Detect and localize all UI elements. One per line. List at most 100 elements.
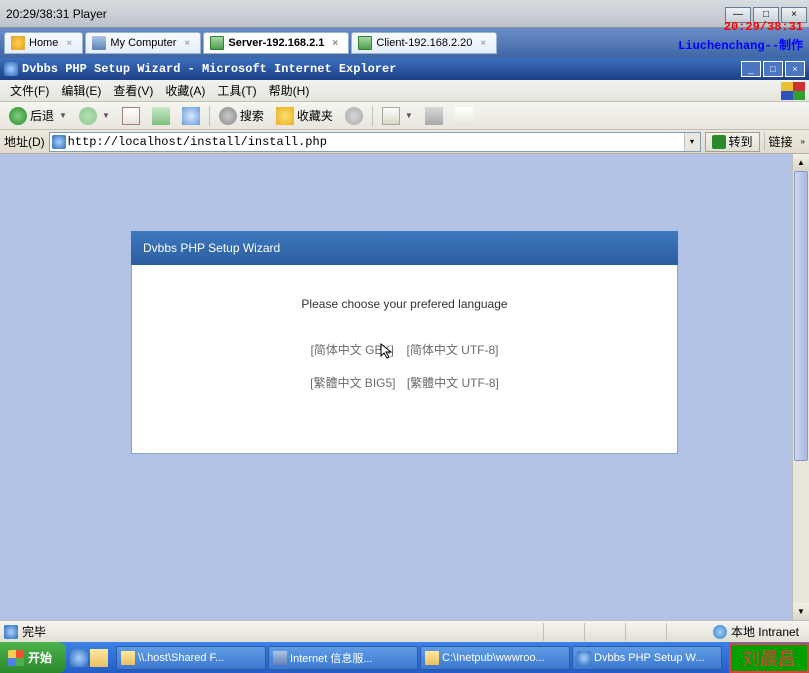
address-input[interactable]: [68, 135, 684, 149]
author-watermark: 刘晨昌: [729, 643, 809, 673]
ie-icon: [4, 62, 18, 76]
back-icon: [9, 107, 27, 125]
task-setup-wizard[interactable]: Dvbbs PHP Setup W...: [572, 646, 722, 670]
search-label: 搜索: [240, 107, 264, 124]
scroll-up-arrow[interactable]: ▲: [793, 154, 809, 171]
links-expand[interactable]: »: [801, 137, 805, 146]
history-icon: [345, 107, 363, 125]
windows-logo-icon: [8, 650, 24, 666]
mail-icon: [382, 107, 400, 125]
lang-row-simplified: [简体中文 GBK] [简体中文 UTF-8]: [142, 341, 667, 360]
refresh-icon: [152, 107, 170, 125]
ie-ql-icon[interactable]: [70, 649, 88, 667]
go-label: 转到: [729, 133, 753, 150]
author-name: 刘晨昌: [742, 645, 796, 671]
search-button[interactable]: 搜索: [214, 104, 269, 128]
lang-big5[interactable]: [繁體中文 BIG5]: [310, 376, 395, 390]
home-button[interactable]: [177, 104, 205, 128]
lang-utf8-traditional[interactable]: [繁體中文 UTF-8]: [407, 376, 499, 390]
back-button[interactable]: 后退 ▼: [4, 104, 72, 128]
lang-row-traditional: [繁體中文 BIG5] [繁體中文 UTF-8]: [142, 374, 667, 391]
tab-label: Home: [29, 37, 58, 49]
start-button[interactable]: 开始: [0, 642, 66, 673]
chevron-down-icon[interactable]: ▼: [102, 111, 110, 120]
globe-icon: [713, 625, 727, 639]
go-button[interactable]: 转到: [705, 132, 760, 152]
ie-close-button[interactable]: ×: [785, 61, 805, 77]
vm-tab-server[interactable]: Server-192.168.2.1 ×: [203, 32, 349, 54]
ie-icon: [4, 625, 18, 639]
ie-titlebar: Dvbbs PHP Setup Wizard - Microsoft Inter…: [0, 58, 809, 80]
status-pane: [666, 623, 707, 641]
browser-content: Dvbbs PHP Setup Wizard Please choose you…: [0, 154, 809, 620]
vm-tab-home[interactable]: Home ×: [4, 32, 83, 54]
computer-icon: [92, 36, 106, 50]
tab-label: Client-192.168.2.20: [376, 37, 472, 49]
history-button[interactable]: [340, 104, 368, 128]
status-pane: [584, 623, 625, 641]
tab-close[interactable]: ×: [66, 38, 76, 48]
cursor-icon: [379, 342, 393, 360]
task-inetpub[interactable]: C:\Inetpub\wwwroo...: [420, 646, 570, 670]
tab-close[interactable]: ×: [184, 38, 194, 48]
task-buttons: \\.host\Shared F... Internet 信息服... C:\I…: [112, 646, 809, 670]
address-field-wrap: ▾: [49, 132, 701, 152]
menu-favorites[interactable]: 收藏(A): [159, 80, 211, 101]
vm-titlebar: 20:29/38:31 Player — □ ×: [0, 0, 809, 28]
links-button[interactable]: 链接: [764, 133, 797, 150]
tab-label: Server-192.168.2.1: [228, 37, 324, 49]
menu-edit[interactable]: 编辑(E): [55, 80, 107, 101]
task-iis[interactable]: Internet 信息服...: [268, 646, 418, 670]
forward-button[interactable]: ▼: [74, 104, 115, 128]
page-icon: [52, 135, 66, 149]
toolbar: 后退 ▼ ▼ 搜索 收藏夹 ▼: [0, 102, 809, 130]
address-bar: 地址(D) ▾ 转到 链接 »: [0, 130, 809, 154]
vertical-scrollbar[interactable]: ▲ ▼: [792, 154, 809, 620]
separator: [209, 106, 210, 126]
tab-close[interactable]: ×: [480, 38, 490, 48]
stop-button[interactable]: [117, 104, 145, 128]
task-label: Internet 信息服...: [290, 650, 373, 666]
search-icon: [219, 107, 237, 125]
wizard-body: Please choose your prefered language [简体…: [131, 265, 678, 454]
print-button[interactable]: [420, 104, 448, 128]
go-icon: [712, 135, 726, 149]
tab-close[interactable]: ×: [332, 38, 342, 48]
home-icon: [182, 107, 200, 125]
refresh-button[interactable]: [147, 104, 175, 128]
content-scroll[interactable]: Dvbbs PHP Setup Wizard Please choose you…: [0, 154, 809, 620]
home-icon: [11, 36, 25, 50]
desktop-ql-icon[interactable]: [90, 649, 108, 667]
menu-tools[interactable]: 工具(T): [211, 80, 262, 101]
scroll-thumb[interactable]: [794, 171, 808, 461]
menubar: 文件(F) 编辑(E) 查看(V) 收藏(A) 工具(T) 帮助(H): [0, 80, 809, 102]
vm-title: 20:29/38:31 Player: [6, 7, 107, 21]
chevron-down-icon[interactable]: ▼: [405, 111, 413, 120]
status-pane: [543, 623, 584, 641]
chevron-down-icon[interactable]: ▼: [59, 111, 67, 120]
vm-tab-client[interactable]: Client-192.168.2.20 ×: [351, 32, 497, 54]
menu-help[interactable]: 帮助(H): [263, 80, 316, 101]
ie-maximize-button[interactable]: □: [763, 61, 783, 77]
lang-utf8-simplified[interactable]: [简体中文 UTF-8]: [407, 343, 499, 357]
task-shared-folder[interactable]: \\.host\Shared F...: [116, 646, 266, 670]
menu-view[interactable]: 查看(V): [107, 80, 159, 101]
ie-minimize-button[interactable]: _: [741, 61, 761, 77]
favorites-button[interactable]: 收藏夹: [271, 104, 338, 128]
security-zone[interactable]: 本地 Intranet: [707, 623, 805, 641]
mail-button[interactable]: ▼: [377, 104, 418, 128]
wizard-header: Dvbbs PHP Setup Wizard: [131, 231, 678, 265]
vm-tab-mycomputer[interactable]: My Computer ×: [85, 32, 201, 54]
favorites-label: 收藏夹: [297, 107, 333, 124]
address-dropdown[interactable]: ▾: [684, 133, 700, 151]
setup-wizard: Dvbbs PHP Setup Wizard Please choose you…: [131, 231, 678, 454]
window-icon: [210, 36, 224, 50]
print-icon: [425, 107, 443, 125]
edit-button[interactable]: [450, 104, 478, 128]
back-label: 后退: [30, 107, 54, 124]
scroll-down-arrow[interactable]: ▼: [793, 603, 809, 620]
separator: [372, 106, 373, 126]
folder-icon: [425, 651, 439, 665]
windows-flag-icon: [781, 82, 805, 100]
menu-file[interactable]: 文件(F): [4, 80, 55, 101]
